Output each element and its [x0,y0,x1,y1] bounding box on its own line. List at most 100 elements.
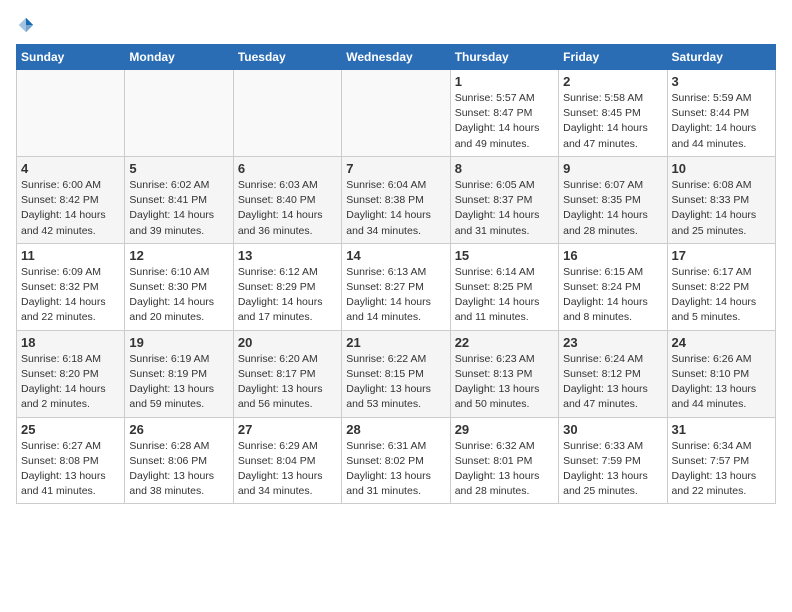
weekday-header: Tuesday [233,45,341,70]
day-number: 3 [672,74,771,89]
calendar-week-row: 18Sunrise: 6:18 AM Sunset: 8:20 PM Dayli… [17,330,776,417]
calendar-cell: 9Sunrise: 6:07 AM Sunset: 8:35 PM Daylig… [559,156,667,243]
day-info: Sunrise: 6:08 AM Sunset: 8:33 PM Dayligh… [672,178,771,239]
calendar-cell: 12Sunrise: 6:10 AM Sunset: 8:30 PM Dayli… [125,243,233,330]
calendar-cell: 1 Sunrise: 5:57 AM Sunset: 8:47 PM Daylig… [450,70,558,157]
weekday-header: Sunday [17,45,125,70]
day-number: 14 [346,248,445,263]
day-number: 17 [672,248,771,263]
calendar-cell: 27Sunrise: 6:29 AM Sunset: 8:04 PM Dayli… [233,417,341,504]
calendar-cell: 14 Sunrise: 6:13 AM Sunset: 8:27 PM Dayli… [342,243,450,330]
calendar-cell: 24 Sunrise: 6:26 AM Sunset: 8:10 PM Dayli… [667,330,775,417]
calendar-header-row: SundayMondayTuesdayWednesdayThursdayFrid… [17,45,776,70]
calendar-cell: 13 Sunrise: 6:12 AM Sunset: 8:29 PM Dayli… [233,243,341,330]
logo [16,16,36,34]
calendar-cell [125,70,233,157]
day-info: Sunrise: 6:07 AM Sunset: 8:35 PM Dayligh… [563,178,662,239]
weekday-header: Friday [559,45,667,70]
calendar-table: SundayMondayTuesdayWednesdayThursdayFrid… [16,44,776,504]
day-number: 21 [346,335,445,350]
day-info: Sunrise: 6:27 AM Sunset: 8:08 PM Dayligh… [21,439,120,500]
day-number: 19 [129,335,228,350]
day-info: Sunrise: 6:22 AM Sunset: 8:15 PM Dayligh… [346,352,445,413]
day-number: 29 [455,422,554,437]
day-number: 7 [346,161,445,176]
day-number: 16 [563,248,662,263]
calendar-cell: 26 Sunrise: 6:28 AM Sunset: 8:06 PM Dayli… [125,417,233,504]
day-number: 26 [129,422,228,437]
day-info: Sunrise: 6:28 AM Sunset: 8:06 PM Dayligh… [129,439,228,500]
calendar-week-row: 25Sunrise: 6:27 AM Sunset: 8:08 PM Dayli… [17,417,776,504]
day-info: Sunrise: 5:59 AM Sunset: 8:44 PM Dayligh… [672,91,771,152]
day-info: Sunrise: 6:34 AM Sunset: 7:57 PM Dayligh… [672,439,771,500]
calendar-cell: 21 Sunrise: 6:22 AM Sunset: 8:15 PM Dayli… [342,330,450,417]
calendar-cell: 31 Sunrise: 6:34 AM Sunset: 7:57 PM Dayli… [667,417,775,504]
calendar-cell: 18Sunrise: 6:18 AM Sunset: 8:20 PM Dayli… [17,330,125,417]
calendar-cell: 16 Sunrise: 6:15 AM Sunset: 8:24 PM Dayli… [559,243,667,330]
day-info: Sunrise: 6:03 AM Sunset: 8:40 PM Dayligh… [238,178,337,239]
weekday-header: Wednesday [342,45,450,70]
day-info: Sunrise: 6:04 AM Sunset: 8:38 PM Dayligh… [346,178,445,239]
calendar-cell [342,70,450,157]
day-info: Sunrise: 6:20 AM Sunset: 8:17 PM Dayligh… [238,352,337,413]
day-number: 1 [455,74,554,89]
day-info: Sunrise: 6:23 AM Sunset: 8:13 PM Dayligh… [455,352,554,413]
calendar-cell: 23 Sunrise: 6:24 AM Sunset: 8:12 PM Dayli… [559,330,667,417]
weekday-header: Thursday [450,45,558,70]
logo-icon [17,16,35,34]
weekday-header: Saturday [667,45,775,70]
calendar-cell [17,70,125,157]
day-number: 31 [672,422,771,437]
day-info: Sunrise: 6:31 AM Sunset: 8:02 PM Dayligh… [346,439,445,500]
calendar-cell [233,70,341,157]
calendar-cell: 3 Sunrise: 5:59 AM Sunset: 8:44 PM Daylig… [667,70,775,157]
day-number: 27 [238,422,337,437]
day-info: Sunrise: 6:14 AM Sunset: 8:25 PM Dayligh… [455,265,554,326]
day-number: 6 [238,161,337,176]
calendar-cell: 29 Sunrise: 6:32 AM Sunset: 8:01 PM Dayli… [450,417,558,504]
calendar-cell: 2 Sunrise: 5:58 AM Sunset: 8:45 PM Daylig… [559,70,667,157]
day-number: 2 [563,74,662,89]
calendar-cell: 7 Sunrise: 6:04 AM Sunset: 8:38 PM Daylig… [342,156,450,243]
day-number: 22 [455,335,554,350]
day-number: 13 [238,248,337,263]
day-number: 10 [672,161,771,176]
calendar-cell: 20 Sunrise: 6:20 AM Sunset: 8:17 PM Dayli… [233,330,341,417]
calendar-week-row: 11 Sunrise: 6:09 AM Sunset: 8:32 PM Dayli… [17,243,776,330]
day-number: 20 [238,335,337,350]
calendar-cell: 4Sunrise: 6:00 AM Sunset: 8:42 PM Daylig… [17,156,125,243]
calendar-cell: 28Sunrise: 6:31 AM Sunset: 8:02 PM Dayli… [342,417,450,504]
calendar-cell: 25Sunrise: 6:27 AM Sunset: 8:08 PM Dayli… [17,417,125,504]
calendar-cell: 10 Sunrise: 6:08 AM Sunset: 8:33 PM Dayli… [667,156,775,243]
day-info: Sunrise: 6:13 AM Sunset: 8:27 PM Dayligh… [346,265,445,326]
day-number: 8 [455,161,554,176]
day-number: 30 [563,422,662,437]
calendar-cell: 17Sunrise: 6:17 AM Sunset: 8:22 PM Dayli… [667,243,775,330]
day-info: Sunrise: 6:26 AM Sunset: 8:10 PM Dayligh… [672,352,771,413]
day-info: Sunrise: 6:12 AM Sunset: 8:29 PM Dayligh… [238,265,337,326]
day-info: Sunrise: 6:33 AM Sunset: 7:59 PM Dayligh… [563,439,662,500]
day-number: 24 [672,335,771,350]
calendar-cell: 30 Sunrise: 6:33 AM Sunset: 7:59 PM Dayli… [559,417,667,504]
day-info: Sunrise: 6:18 AM Sunset: 8:20 PM Dayligh… [21,352,120,413]
calendar-cell: 15Sunrise: 6:14 AM Sunset: 8:25 PM Dayli… [450,243,558,330]
day-info: Sunrise: 6:19 AM Sunset: 8:19 PM Dayligh… [129,352,228,413]
day-info: Sunrise: 6:15 AM Sunset: 8:24 PM Dayligh… [563,265,662,326]
day-info: Sunrise: 6:00 AM Sunset: 8:42 PM Dayligh… [21,178,120,239]
calendar-cell: 22 Sunrise: 6:23 AM Sunset: 8:13 PM Dayli… [450,330,558,417]
calendar-cell: 6 Sunrise: 6:03 AM Sunset: 8:40 PM Daylig… [233,156,341,243]
day-number: 23 [563,335,662,350]
day-info: Sunrise: 6:24 AM Sunset: 8:12 PM Dayligh… [563,352,662,413]
day-info: Sunrise: 5:57 AM Sunset: 8:47 PM Dayligh… [455,91,554,152]
calendar-week-row: 4Sunrise: 6:00 AM Sunset: 8:42 PM Daylig… [17,156,776,243]
calendar-cell: 19 Sunrise: 6:19 AM Sunset: 8:19 PM Dayli… [125,330,233,417]
day-info: Sunrise: 6:32 AM Sunset: 8:01 PM Dayligh… [455,439,554,500]
weekday-header: Monday [125,45,233,70]
day-info: Sunrise: 5:58 AM Sunset: 8:45 PM Dayligh… [563,91,662,152]
day-info: Sunrise: 6:02 AM Sunset: 8:41 PM Dayligh… [129,178,228,239]
calendar-week-row: 1 Sunrise: 5:57 AM Sunset: 8:47 PM Daylig… [17,70,776,157]
day-info: Sunrise: 6:05 AM Sunset: 8:37 PM Dayligh… [455,178,554,239]
day-number: 11 [21,248,120,263]
day-info: Sunrise: 6:09 AM Sunset: 8:32 PM Dayligh… [21,265,120,326]
day-number: 12 [129,248,228,263]
